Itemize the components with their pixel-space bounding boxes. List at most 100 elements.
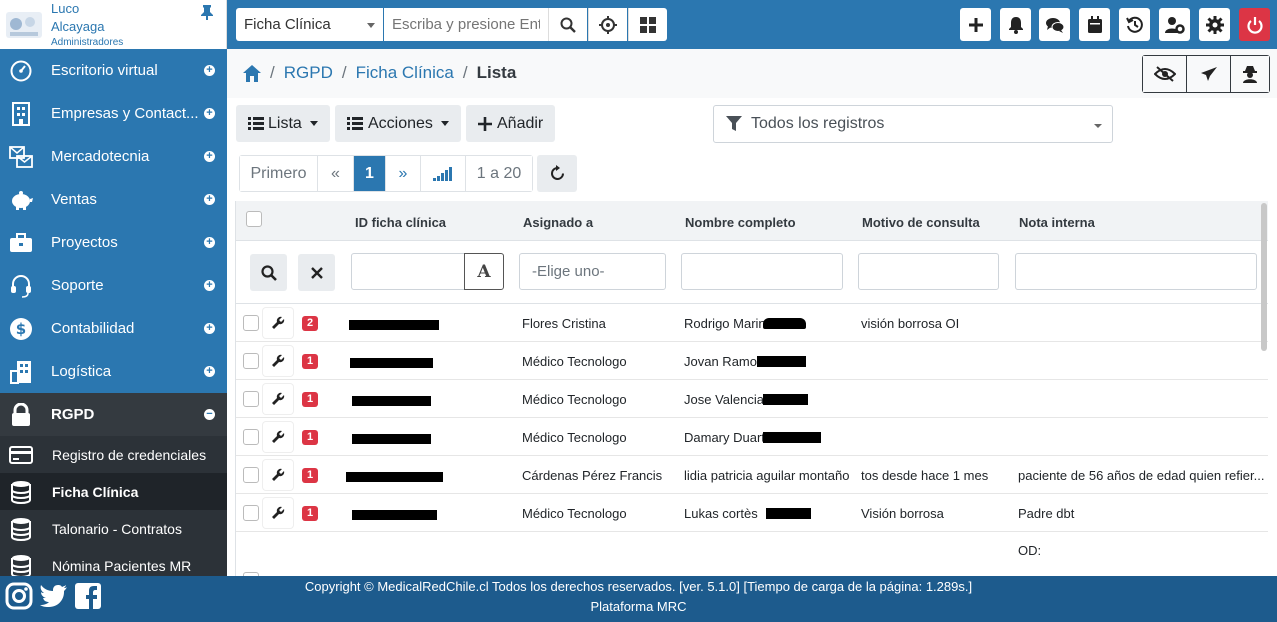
locate-button[interactable] [588, 8, 627, 41]
expand-icon[interactable]: + [204, 237, 215, 248]
collapse-icon[interactable]: − [204, 409, 215, 420]
list-view-dropdown[interactable]: Lista [236, 105, 330, 142]
table-row[interactable]: 2 Flores Cristina Rodrigo Marin visión b… [236, 304, 1268, 342]
sidebar-menu: Escritorio virtual + Empresas y Contact.… [0, 49, 227, 576]
cell-nota: Padre dbt [1018, 506, 1075, 521]
settings-button[interactable] [1199, 8, 1230, 41]
select-all-checkbox[interactable] [246, 211, 262, 227]
add-record-button[interactable]: Añadir [466, 105, 556, 142]
page-size-button[interactable] [421, 156, 466, 191]
table-row[interactable]: 1 Médico Tecnologo Jose Valencia [236, 380, 1268, 418]
add-button[interactable] [960, 8, 991, 41]
user-last-name[interactable]: Alcayaga [51, 19, 104, 34]
page-prev[interactable]: « [318, 156, 354, 191]
cell-nombre[interactable]: Rodrigo Marin [684, 316, 766, 331]
table-row[interactable]: OD: [236, 532, 1268, 576]
row-checkbox[interactable] [243, 429, 259, 445]
table-row[interactable]: 1 Médico Tecnologo Lukas cortès Visión b… [236, 494, 1268, 532]
filter-nombre-input[interactable] [681, 253, 843, 290]
headset-icon [8, 273, 34, 299]
sidebar-subitem-talonario[interactable]: Talonario - Contratos [0, 510, 227, 547]
cell-nombre[interactable]: Damary Duart [684, 430, 765, 445]
reload-button[interactable] [537, 155, 577, 192]
expand-icon[interactable]: + [204, 65, 215, 76]
grid-view-button[interactable] [628, 8, 667, 41]
expand-icon[interactable]: + [204, 108, 215, 119]
home-icon[interactable] [243, 64, 261, 82]
page-current[interactable]: 1 [354, 156, 386, 191]
incognito-button[interactable] [1231, 56, 1269, 92]
expand-icon[interactable]: + [204, 151, 215, 162]
expand-icon[interactable]: + [204, 366, 215, 377]
column-header-id[interactable]: ID ficha clínica [355, 215, 446, 230]
user-first-name[interactable]: Luco [51, 1, 79, 16]
row-checkbox[interactable] [243, 505, 259, 521]
plus-icon [968, 17, 983, 32]
breadcrumb-link-ficha[interactable]: Ficha Clínica [356, 63, 454, 83]
notifications-button[interactable] [1000, 8, 1031, 41]
filter-nota-input[interactable] [1015, 253, 1257, 290]
search-button[interactable] [548, 8, 587, 41]
table-scrollbar[interactable] [1261, 203, 1267, 351]
table-row[interactable]: 1 Médico Tecnologo Jovan Ramos [236, 342, 1268, 380]
sidebar-item-rgpd[interactable]: RGPD − [0, 393, 227, 436]
edit-row-button[interactable] [263, 498, 293, 528]
sidebar-subitem-nomina[interactable]: Nómina Pacientes MR [0, 547, 227, 576]
sidebar-item-contabilidad[interactable]: $ Contabilidad + [0, 307, 227, 350]
user-settings-button[interactable] [1159, 8, 1190, 41]
history-button[interactable] [1119, 8, 1150, 41]
clear-filter-button[interactable] [298, 254, 335, 291]
expand-icon[interactable]: + [204, 280, 215, 291]
page-first[interactable]: Primero [240, 156, 318, 191]
sidebar-subitem-ficha-clinica[interactable]: Ficha Clínica [0, 473, 227, 510]
sidebar-item-proyectos[interactable]: Proyectos + [0, 221, 227, 264]
actions-dropdown[interactable]: Acciones [335, 105, 461, 142]
edit-row-button[interactable] [263, 346, 293, 376]
text-format-toggle[interactable]: A [464, 253, 504, 290]
module-select[interactable]: Ficha Clínica [236, 8, 383, 41]
row-checkbox[interactable] [243, 315, 259, 331]
cell-nombre[interactable]: Lukas cortès [684, 506, 758, 521]
sidebar-item-soporte[interactable]: Soporte + [0, 264, 227, 307]
expand-icon[interactable]: + [204, 323, 215, 334]
row-checkbox[interactable] [243, 467, 259, 483]
column-header-nota[interactable]: Nota interna [1019, 215, 1095, 230]
chat-button[interactable] [1039, 8, 1070, 41]
page-next[interactable]: » [386, 156, 421, 191]
row-checkbox[interactable] [243, 391, 259, 407]
edit-row-button[interactable] [263, 460, 293, 490]
breadcrumb-link-rgpd[interactable]: RGPD [284, 63, 333, 83]
column-header-asignado[interactable]: Asignado a [523, 215, 593, 230]
column-header-nombre[interactable]: Nombre completo [685, 215, 796, 230]
apply-filter-button[interactable] [250, 254, 287, 291]
chevron-down-icon [440, 121, 449, 126]
sidebar-item-logistica[interactable]: Logística + [0, 350, 227, 393]
cell-nombre[interactable]: Jose Valencia [684, 392, 764, 407]
table-row[interactable]: 1 Cárdenas Pérez Francis lidia patricia … [236, 456, 1268, 494]
cell-nombre[interactable]: lidia patricia aguilar montaño [684, 468, 849, 483]
sidebar-item-escritorio[interactable]: Escritorio virtual + [0, 49, 227, 92]
edit-row-button[interactable] [263, 422, 293, 452]
filter-asignado-select[interactable]: -Elige uno- [519, 253, 666, 290]
edit-row-button[interactable] [263, 384, 293, 414]
filter-motivo-input[interactable] [858, 253, 999, 290]
logout-button[interactable] [1239, 8, 1270, 41]
sidebar-item-empresas[interactable]: Empresas y Contact... + [0, 92, 227, 135]
sidebar-item-mercadotecnia[interactable]: Mercadotecnia + [0, 135, 227, 178]
pin-icon[interactable] [200, 4, 214, 20]
search-input[interactable] [384, 8, 548, 41]
edit-row-button[interactable] [263, 308, 293, 338]
row-checkbox[interactable] [243, 353, 259, 369]
sidebar-subitem-credenciales[interactable]: Registro de credenciales [0, 436, 227, 473]
gear-icon [1205, 15, 1224, 34]
records-filter-select[interactable]: Todos los registros [713, 105, 1113, 143]
send-button[interactable] [1187, 56, 1231, 92]
calendar-button[interactable] [1079, 8, 1110, 41]
expand-icon[interactable]: + [204, 194, 215, 205]
filter-id-input[interactable] [351, 253, 465, 290]
sidebar-item-ventas[interactable]: Ventas + [0, 178, 227, 221]
table-row[interactable]: 1 Médico Tecnologo Damary Duart [236, 418, 1268, 456]
column-header-motivo[interactable]: Motivo de consulta [862, 215, 980, 230]
cell-nombre[interactable]: Jovan Ramos [684, 354, 763, 369]
hide-button[interactable] [1143, 56, 1187, 92]
